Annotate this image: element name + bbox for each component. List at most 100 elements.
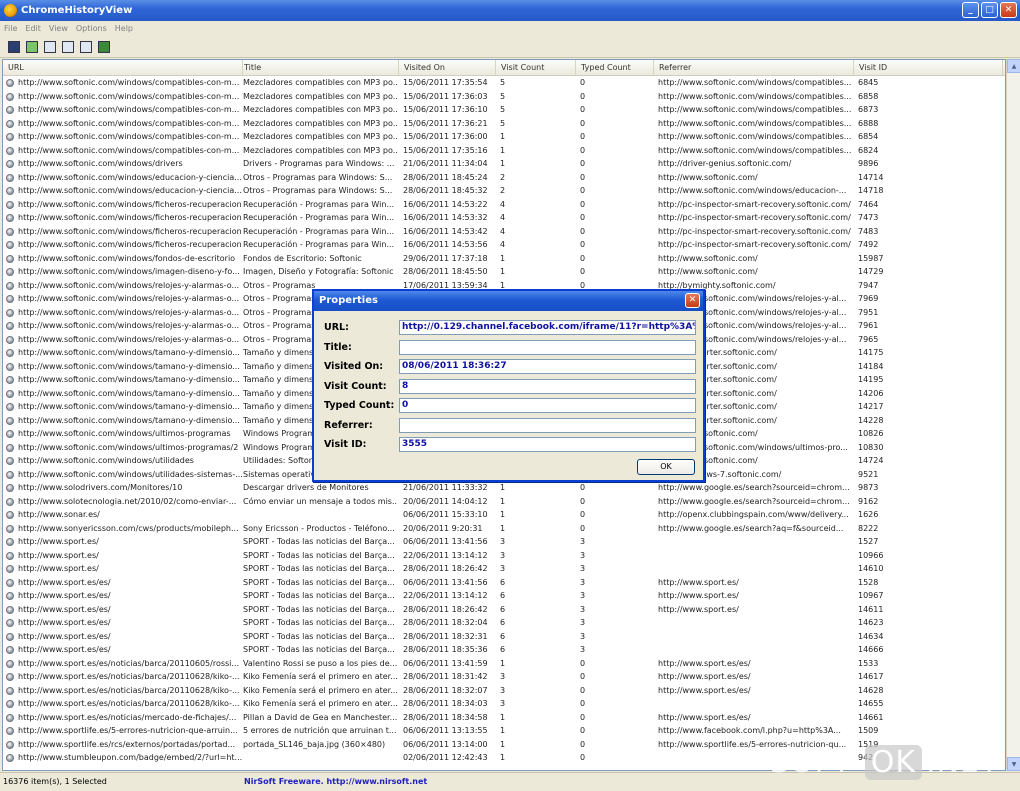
dialog-value-visit-count[interactable]: 8 — [399, 378, 696, 394]
table-row[interactable]: http://www.softonic.com/windows/compatib… — [3, 103, 1005, 117]
column-header-title[interactable]: Title — [239, 60, 399, 76]
dialog-value-visited-on[interactable]: 08/06/2011 18:36:27 — [399, 359, 696, 374]
exit-button[interactable] — [96, 39, 111, 54]
table-row[interactable]: http://www.sport.es/es/SPORT - Todas las… — [3, 630, 1005, 644]
copy-button[interactable] — [42, 39, 57, 54]
cell-url: http://www.softonic.com/windows/tamano-y… — [18, 402, 240, 411]
table-row[interactable]: http://www.sport.es/es/noticias/barca/20… — [3, 657, 1005, 671]
cell-id: 6824 — [858, 145, 879, 155]
cell-id: 7473 — [858, 213, 879, 222]
cell-id: 14228 — [858, 415, 884, 425]
cell-count: 3 — [500, 564, 506, 573]
cell-typed: 0 — [580, 226, 586, 236]
cell-id: 6873 — [858, 105, 879, 114]
menu-view[interactable]: View — [49, 24, 68, 33]
dialog-field-visit-id: Visit ID: 3555 — [324, 437, 696, 452]
cell-referrer: http://www.softonic.com/windows/compatib… — [658, 118, 852, 128]
cell-typed: 0 — [580, 159, 586, 168]
column-header-url[interactable]: URL — [3, 60, 243, 76]
watermark-right: .NET — [926, 745, 1000, 780]
table-row[interactable]: http://www.sonyericsson.com/cws/products… — [3, 522, 1005, 536]
column-header-visit-id[interactable]: Visit ID — [854, 60, 1003, 76]
cell-visited: 15/06/2011 17:36:00 — [403, 132, 488, 141]
table-row[interactable]: http://www.solodrivers.com/Monitores/10 D… — [3, 481, 1005, 495]
table-row[interactable]: http://www.softonic.com/windows/fondos-d… — [3, 252, 1005, 266]
column-header-typed-count[interactable]: Typed Count — [576, 60, 654, 76]
table-row[interactable]: http://www.sport.es/SPORT - Todas las no… — [3, 535, 1005, 549]
cell-count: 5 — [500, 105, 506, 114]
cell-visited: 28/06/2011 18:34:03 — [403, 699, 488, 708]
table-row[interactable]: http://www.softonic.com/windows/compatib… — [3, 117, 1005, 131]
table-row[interactable]: http://www.sport.es/es/noticias/mercado-… — [3, 711, 1005, 725]
table-row[interactable]: http://www.sport.es/SPORT - Todas las no… — [3, 549, 1005, 563]
table-row[interactable]: http://www.softonic.com/windows/ficheros… — [3, 238, 1005, 252]
table-row[interactable]: http://www.sonar.es/06/06/2011 15:33:10 1… — [3, 508, 1005, 522]
table-row[interactable]: http://www.softonic.com/windows/compatib… — [3, 76, 1005, 90]
save-button[interactable] — [6, 39, 21, 54]
cell-title: SPORT - Todas las noticias del Barça... — [243, 591, 395, 600]
table-row[interactable]: http://www.solotecnologia.net/2010/02/co… — [3, 495, 1005, 509]
table-row[interactable]: http://www.sport.es/es/noticias/barca/20… — [3, 670, 1005, 684]
dialog-label-visit-id: Visit ID: — [324, 439, 367, 450]
cell-id: 7483 — [858, 226, 879, 236]
dialog-value-typed-count[interactable]: 0 — [399, 398, 696, 413]
cell-visited: 06/06/2011 13:41:56 — [403, 577, 488, 587]
table-row[interactable]: http://www.sport.es/SPORT - Todas las no… — [3, 562, 1005, 576]
cell-title: Kiko Femenía será el primero en ater... — [243, 685, 397, 695]
table-row[interactable]: http://www.softonic.com/windows/drivers D… — [3, 157, 1005, 171]
menu-help[interactable]: Help — [115, 24, 133, 33]
refresh-button[interactable] — [24, 39, 39, 54]
table-row[interactable]: http://www.softonic.com/windows/compatib… — [3, 144, 1005, 158]
column-header-referrer[interactable]: Referrer — [654, 60, 854, 76]
cell-typed: 3 — [580, 577, 586, 587]
menu-edit[interactable]: Edit — [25, 24, 41, 33]
column-header-visit-count[interactable]: Visit Count — [496, 60, 576, 76]
cell-visited: 15/06/2011 17:36:03 — [403, 91, 488, 101]
dialog-value-visit-id[interactable]: 3555 — [399, 437, 696, 452]
cell-url: http://www.softonic.com/windows/compatib… — [18, 145, 240, 155]
table-row[interactable]: http://www.sport.es/es/SPORT - Todas las… — [3, 643, 1005, 657]
dialog-value-referrer[interactable] — [399, 417, 696, 433]
table-row[interactable]: http://www.sport.es/es/noticias/barca/20… — [3, 697, 1005, 711]
cell-referrer — [658, 697, 852, 711]
cell-referrer: http://www.softonic.com/ — [658, 267, 758, 276]
cell-referrer: http://www.google.es/search?sourceid=chr… — [658, 496, 850, 506]
column-header-visited-on[interactable]: Visited On — [399, 60, 496, 76]
table-row[interactable]: http://www.softonic.com/windows/ficheros… — [3, 198, 1005, 212]
maximize-button[interactable]: □ — [981, 2, 998, 18]
table-row[interactable]: http://www.softonic.com/windows/educacio… — [3, 184, 1005, 198]
table-row[interactable]: http://www.sportlife.es/5-errores-nutric… — [3, 724, 1005, 738]
cell-id: 14610 — [858, 564, 884, 573]
menu-options[interactable]: Options — [76, 24, 107, 33]
cell-visited: 28/06/2011 18:45:50 — [403, 267, 488, 276]
table-row[interactable]: http://www.sport.es/es/noticias/barca/20… — [3, 684, 1005, 698]
table-row[interactable]: http://www.sport.es/es/SPORT - Todas las… — [3, 616, 1005, 630]
minimize-button[interactable]: _ — [962, 2, 979, 18]
table-row[interactable]: http://www.softonic.com/windows/compatib… — [3, 90, 1005, 104]
table-row[interactable]: http://www.sport.es/es/SPORT - Todas las… — [3, 576, 1005, 590]
table-row[interactable]: http://www.softonic.com/windows/educacio… — [3, 171, 1005, 185]
dialog-close-button[interactable]: ✕ — [685, 293, 700, 308]
table-row[interactable]: http://www.sport.es/es/SPORT - Todas las… — [3, 589, 1005, 603]
dialog-value-url[interactable]: http://0.129.channel.facebook.com/iframe… — [399, 320, 696, 335]
dialog-value-title[interactable] — [399, 339, 696, 355]
table-row[interactable]: http://www.softonic.com/windows/imagen-d… — [3, 265, 1005, 279]
ok-button[interactable]: OK — [637, 459, 695, 475]
status-credit-link[interactable]: NirSoft Freeware. http://www.nirsoft.net — [244, 777, 427, 786]
close-button[interactable]: ✕ — [1000, 2, 1017, 18]
cell-title: Mezcladores compatibles con MP3 po... — [243, 78, 397, 87]
cell-referrer — [658, 630, 852, 644]
menu-file[interactable]: File — [4, 24, 17, 33]
cell-url: http://www.softonic.com/windows/ficheros… — [18, 213, 242, 222]
table-row[interactable]: http://www.sport.es/es/SPORT - Todas las… — [3, 603, 1005, 617]
vertical-scrollbar[interactable]: ▲ ▼ — [1006, 59, 1020, 771]
find-button[interactable] — [78, 39, 93, 54]
table-row[interactable]: http://www.softonic.com/windows/ficheros… — [3, 225, 1005, 239]
scroll-up-button[interactable]: ▲ — [1007, 59, 1020, 73]
cell-id: 14729 — [858, 267, 884, 276]
properties-button[interactable] — [60, 39, 75, 54]
scroll-down-button[interactable]: ▼ — [1007, 757, 1020, 771]
dialog-label-referrer: Referrer: — [324, 419, 373, 431]
table-row[interactable]: http://www.softonic.com/windows/ficheros… — [3, 211, 1005, 225]
table-row[interactable]: http://www.softonic.com/windows/compatib… — [3, 130, 1005, 144]
